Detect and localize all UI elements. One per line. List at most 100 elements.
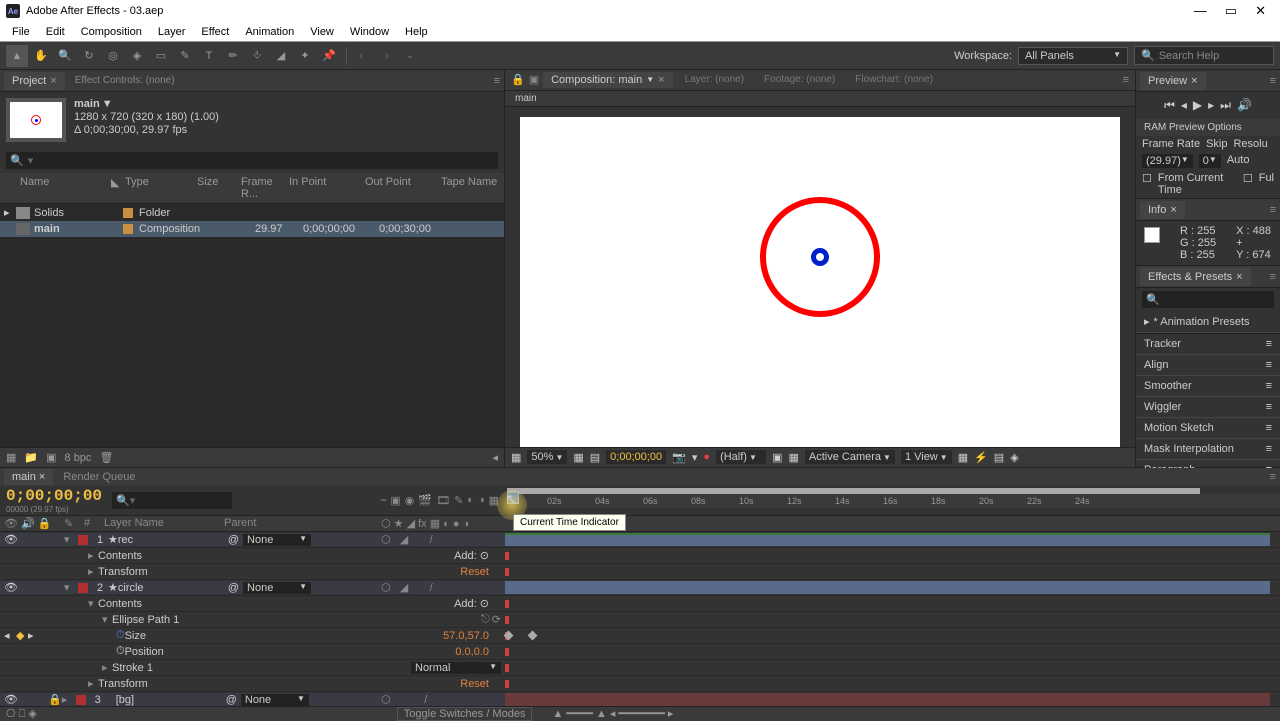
minimize-button[interactable]: —	[1194, 3, 1207, 19]
menu-effect[interactable]: Effect	[193, 24, 237, 40]
twirl-icon[interactable]: ▸	[88, 565, 98, 578]
visibility-toggle[interactable]: 👁	[4, 581, 18, 594]
pen-tool-icon[interactable]: ✎	[174, 45, 196, 67]
tl-footer-icon[interactable]: ⎔ ⎕ ◈	[6, 707, 37, 721]
lock-icon[interactable]: 🔒	[511, 73, 525, 86]
layer-rec[interactable]: rec	[118, 534, 228, 546]
tab-layer-viewer[interactable]: Layer: (none)	[677, 72, 752, 87]
snapshot-icon[interactable]: 📷	[672, 451, 686, 464]
visibility-toggle[interactable]: 👁	[4, 533, 18, 546]
transparency-icon[interactable]: ▦	[788, 451, 798, 464]
project-search-input[interactable]: 🔍▾	[6, 152, 498, 169]
first-frame-icon[interactable]: ⏮	[1164, 98, 1175, 113]
tl-icon-4[interactable]: 🎬	[418, 494, 432, 507]
layer-bar[interactable]	[505, 581, 1270, 594]
panel-motion-sketch[interactable]: Motion Sketch≡	[1136, 418, 1280, 439]
toggle-switches-button[interactable]: Toggle Switches / Modes	[397, 707, 533, 721]
timecode-display[interactable]: 0;00;00;00	[6, 487, 102, 505]
clone-tool-icon[interactable]: ⎀	[246, 45, 268, 67]
puppet-tool-icon[interactable]: 📌	[318, 45, 340, 67]
layer-bar[interactable]	[505, 533, 1270, 546]
twirl-icon[interactable]: ▾	[88, 597, 98, 610]
reset-button[interactable]: Reset	[460, 566, 489, 578]
parent-pickwhip-icon[interactable]: @	[228, 534, 239, 546]
twirl-icon[interactable]: ▸	[102, 661, 112, 674]
visibility-toggle[interactable]: 👁	[4, 693, 18, 706]
resolution-value[interactable]: Auto	[1227, 154, 1250, 168]
tl-icon-6[interactable]: ✎	[454, 494, 463, 507]
tool-opt-1-icon[interactable]: ◐	[351, 45, 373, 67]
zoom-tool-icon[interactable]: 🔍	[54, 45, 76, 67]
tab-project[interactable]: Project×	[4, 72, 65, 90]
add-icon[interactable]: ⊙	[480, 598, 489, 610]
tab-info[interactable]: Info×	[1140, 201, 1185, 219]
guides-icon[interactable]: ▤	[590, 451, 600, 464]
link-icon[interactable]: ⎋	[481, 613, 490, 626]
twirl-icon[interactable]: ▸	[62, 693, 72, 706]
interpret-icon[interactable]: ▦	[6, 451, 16, 464]
composition-viewer[interactable]	[505, 107, 1135, 447]
camera-tool-icon[interactable]: ◎	[102, 45, 124, 67]
menu-view[interactable]: View	[302, 24, 342, 40]
project-row-main[interactable]: main Composition 29.97 0;00;00;00 0;00;3…	[0, 221, 504, 237]
blend-mode-dropdown[interactable]: Normal▼	[411, 662, 501, 674]
menu-composition[interactable]: Composition	[73, 24, 150, 40]
menu-layer[interactable]: Layer	[150, 24, 194, 40]
tl-icon-5[interactable]: 🎞	[436, 494, 450, 507]
comp-breadcrumb[interactable]: main	[505, 91, 1135, 107]
add-icon[interactable]: ⊙	[480, 550, 489, 562]
eraser-tool-icon[interactable]: ◢	[270, 45, 292, 67]
channel-icon[interactable]: ▾	[692, 451, 698, 464]
tl-icon-8[interactable]: ◑	[478, 494, 485, 507]
panel-tracker[interactable]: Tracker≡	[1136, 334, 1280, 355]
tab-preview[interactable]: Preview×	[1140, 72, 1206, 90]
text-tool-icon[interactable]: T	[198, 45, 220, 67]
next-frame-icon[interactable]: ▸	[1208, 98, 1214, 113]
magnify-icon[interactable]: ▦	[511, 451, 521, 464]
layer-circle[interactable]: circle	[118, 582, 228, 594]
workspace-dropdown[interactable]: All Panels▼	[1018, 47, 1128, 65]
tab-composition-viewer[interactable]: Composition: main ▼ ×	[543, 72, 672, 88]
stopwatch-active-icon[interactable]: ⏱	[116, 629, 125, 642]
keyframe-nav-prev-icon[interactable]: ◂	[4, 629, 16, 642]
timeline-tab-main[interactable]: main ×	[4, 469, 53, 485]
reset-button[interactable]: Reset	[460, 678, 489, 690]
zoom-slider[interactable]: ▲ ━━━━ ▲ ◂ ━━━━━━━ ▸	[552, 707, 673, 720]
panel-menu-icon[interactable]: ≡	[1123, 74, 1129, 86]
current-time-display[interactable]: 0;00;00;00	[606, 450, 666, 464]
parent-dropdown[interactable]: None▼	[243, 582, 311, 594]
twirl-icon[interactable]: ▸	[88, 677, 98, 690]
timeline-search-input[interactable]: 🔍▾	[112, 492, 232, 509]
from-current-checkbox[interactable]: ☐	[1142, 172, 1152, 196]
rgb-icon[interactable]: ●	[703, 451, 710, 463]
tab-footage-viewer[interactable]: Footage: (none)	[756, 72, 843, 87]
pixel-aspect-icon[interactable]: ▦	[958, 451, 968, 464]
close-button[interactable]: ✕	[1255, 3, 1266, 19]
twirl-icon[interactable]: ▾	[64, 581, 74, 594]
tab-effects-presets[interactable]: Effects & Presets×	[1140, 268, 1251, 286]
tl-icon-1[interactable]: ⎯	[381, 494, 387, 507]
panel-menu-icon[interactable]: ≡	[1270, 271, 1276, 283]
tl-icon-2[interactable]: ▣	[390, 494, 400, 507]
menu-help[interactable]: Help	[397, 24, 436, 40]
panel-menu-icon[interactable]: ≡	[1270, 204, 1276, 216]
time-ruler[interactable]: 02s04s06s08s10s12s14s16s18s20s22s24s ↖ C…	[505, 486, 1280, 515]
tab-effect-controls[interactable]: Effect Controls: (none)	[67, 72, 183, 89]
twirl-icon[interactable]: ▾	[102, 613, 112, 626]
animation-presets-item[interactable]: ▸* Animation Presets	[1136, 311, 1280, 333]
layer-bg[interactable]: [bg]	[116, 694, 226, 706]
tool-opt-3-icon[interactable]: ◒	[399, 45, 421, 67]
skip-input[interactable]: 0▼	[1199, 154, 1221, 168]
menu-animation[interactable]: Animation	[237, 24, 302, 40]
trash-icon[interactable]: 🗑	[99, 451, 113, 464]
brush-tool-icon[interactable]: ✏	[222, 45, 244, 67]
view-layout-dropdown[interactable]: 1 View▼	[901, 450, 952, 464]
new-comp-icon[interactable]: ▣	[46, 451, 56, 464]
rotation-tool-icon[interactable]: ↻	[78, 45, 100, 67]
pan-behind-tool-icon[interactable]: ◈	[126, 45, 148, 67]
panel-menu-icon[interactable]: ≡	[1270, 75, 1276, 87]
menu-window[interactable]: Window	[342, 24, 397, 40]
prev-frame-icon[interactable]: ◂	[1181, 98, 1187, 113]
camera-dropdown[interactable]: Active Camera▼	[805, 450, 895, 464]
timeline-icon[interactable]: ▤	[994, 451, 1004, 464]
